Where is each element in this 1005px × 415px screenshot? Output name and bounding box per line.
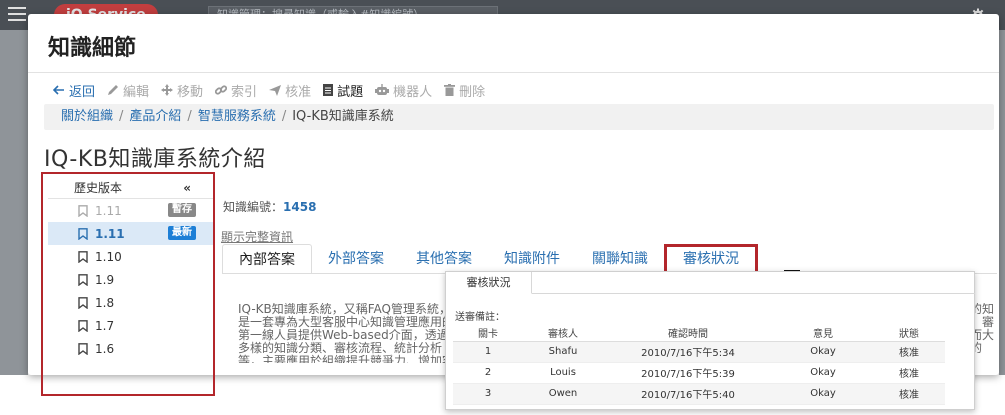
breadcrumb-item-about-org[interactable]: 關於組織	[61, 109, 113, 124]
review-table-header: 關卡 審核人 確認時間 意見 狀態	[453, 324, 945, 342]
table-cell: Louis	[523, 362, 603, 384]
tab-internal-answer[interactable]: 內部答案	[222, 244, 312, 274]
table-cell: 核准	[873, 362, 945, 384]
send-icon	[269, 85, 282, 96]
quiz-button[interactable]: 試題	[323, 81, 363, 100]
edit-label: 編輯	[123, 84, 150, 100]
move-label: 移動	[177, 84, 204, 100]
hamburger-menu-icon[interactable]	[8, 7, 26, 21]
edit-button[interactable]: 編輯	[107, 81, 149, 100]
table-cell: Okay	[773, 383, 873, 405]
tab-attachments[interactable]: 知識附件	[488, 244, 576, 274]
table-cell: Okay	[773, 341, 873, 363]
arrow-left-icon	[53, 85, 64, 95]
breadcrumb-item-smart-service[interactable]: 智慧服務系統	[198, 109, 276, 124]
pencil-icon	[108, 85, 119, 95]
modal-title: 知識細節	[48, 36, 137, 61]
robot-button[interactable]: 機器人	[375, 81, 432, 100]
index-label: 索引	[231, 84, 258, 100]
table-cell: 2010/7/16下午5:34	[603, 341, 773, 363]
tab-review-status[interactable]: 審核狀況	[664, 244, 758, 274]
table-cell: Owen	[523, 383, 603, 405]
table-cell: 2010/7/16下午5:39	[603, 362, 773, 384]
review-table: 關卡 審核人 確認時間 意見 狀態 1 Shafu 2010/7/16下午5:34 O…	[453, 324, 945, 405]
delete-button[interactable]: 刪除	[444, 81, 485, 100]
table-cell: 1	[453, 341, 523, 363]
breadcrumb-separator: /	[187, 109, 192, 124]
robot-label: 機器人	[393, 84, 433, 100]
tab-external-answer[interactable]: 外部答案	[312, 244, 400, 274]
table-cell: 核准	[873, 341, 945, 363]
breadcrumb-item-products[interactable]: 產品介紹	[129, 109, 181, 124]
column-header: 狀態	[873, 324, 945, 342]
publish-button[interactable]: 核准	[269, 81, 311, 100]
internal-answer-text: IQ-KB知識庫系統，又稱FAQ管理系統，是一套專為大型客服中心知識管理應用的第…	[238, 303, 455, 363]
breadcrumb-current: IQ-KB知識庫系統	[292, 109, 394, 124]
review-status-panel: 審核狀況 送審備註： 關卡 審核人 確認時間 意見 狀態 1 Shafu 2010/…	[445, 271, 975, 410]
document-icon	[323, 84, 334, 96]
history-highlight-box	[41, 172, 215, 396]
table-cell: 2010/7/16下午5:40	[603, 383, 773, 405]
knowledge-id-label: 知識編號：	[223, 200, 284, 214]
column-header: 審核人	[523, 324, 603, 342]
review-status-tab[interactable]: 審核狀況	[446, 272, 532, 294]
tab-other-answer[interactable]: 其他答案	[400, 244, 488, 274]
breadcrumb: 關於組織 / 產品介紹 / 智慧服務系統 / IQ-KB知識庫系統	[44, 104, 994, 130]
table-row: 3 Owen 2010/7/16下午5:40 Okay 核准	[453, 383, 945, 405]
index-button[interactable]: 索引	[215, 81, 257, 100]
delete-label: 刪除	[459, 84, 486, 100]
answer-tabs: 內部答案 外部答案 其他答案 知識附件 關聯知識 審核狀況	[222, 242, 758, 274]
back-button[interactable]: 返回	[53, 81, 95, 100]
tab-related-knowledge[interactable]: 關聯知識	[576, 244, 664, 274]
table-row: 2 Louis 2010/7/16下午5:39 Okay 核准	[453, 362, 945, 384]
breadcrumb-separator: /	[281, 109, 287, 124]
column-header: 關卡	[453, 324, 523, 342]
modal-backdrop-left	[0, 30, 28, 375]
toolbar: 返回 編輯 移動 索引 核准 試題 機器人 刪除	[53, 80, 497, 100]
table-row: 1 Shafu 2010/7/16下午5:34 Okay 核准	[453, 341, 945, 363]
table-cell: Shafu	[523, 341, 603, 363]
trash-icon	[444, 84, 456, 96]
table-cell: 2	[453, 362, 523, 384]
review-note-label: 送審備註：	[455, 312, 505, 323]
modal-divider	[28, 72, 999, 73]
modal-backdrop-right	[999, 30, 1005, 375]
column-header: 意見	[773, 324, 873, 342]
table-cell: Okay	[773, 362, 873, 384]
knowledge-id-value: 1458	[283, 200, 317, 214]
review-tab-divider	[532, 293, 975, 294]
table-cell: 核准	[873, 383, 945, 405]
table-cell: 3	[453, 383, 523, 405]
back-label: 返回	[69, 84, 96, 100]
move-icon	[161, 84, 174, 96]
breadcrumb-separator: /	[119, 109, 124, 124]
robot-icon	[375, 84, 390, 95]
move-button[interactable]: 移動	[161, 81, 203, 100]
knowledge-id: 知識編號：1458	[223, 198, 316, 215]
link-icon	[215, 85, 228, 95]
column-header: 確認時間	[603, 324, 773, 342]
page-title: IQ-KB知識庫系統介紹	[44, 147, 266, 172]
quiz-label: 試題	[337, 84, 364, 100]
publish-label: 核准	[285, 84, 312, 100]
